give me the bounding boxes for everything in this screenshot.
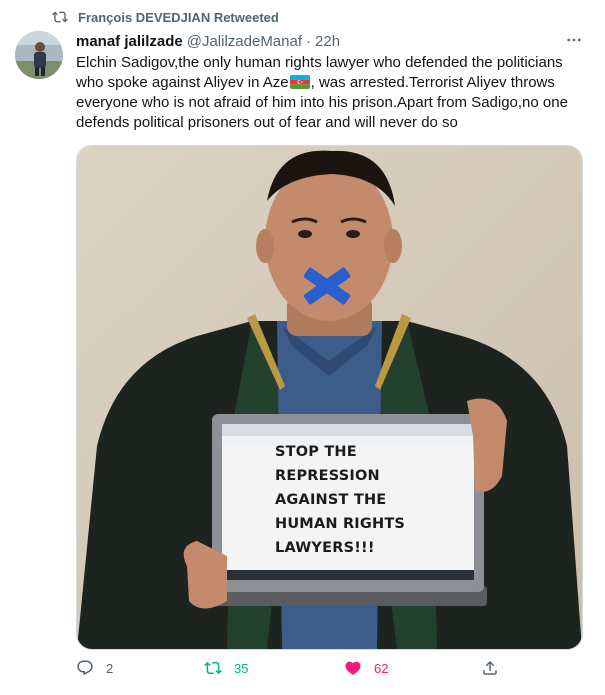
like-button[interactable]: 62 — [344, 659, 388, 677]
laptop-sign-text: STOP THE REPRESSION AGAINST THE HUMAN RI… — [275, 440, 405, 560]
separator-dot: · — [306, 32, 312, 50]
sign-line: HUMAN RIGHTS — [275, 516, 406, 532]
avatar[interactable] — [15, 31, 63, 79]
tweet-photo[interactable] — [76, 145, 583, 650]
azerbaijan-flag-icon — [289, 75, 310, 89]
retweet-button[interactable]: 35 — [204, 659, 248, 677]
share-button[interactable] — [481, 659, 499, 677]
user-handle[interactable]: @JalilzadeManaf — [187, 33, 302, 50]
sign-line: AGAINST THE — [275, 492, 387, 508]
sign-line: REPRESSION — [275, 468, 380, 484]
retweet-icon — [204, 661, 222, 675]
social-context[interactable]: François DEVEDJIAN Retweeted — [52, 9, 279, 25]
like-count: 62 — [374, 660, 389, 676]
reply-button[interactable]: 2 — [76, 659, 113, 677]
share-icon — [483, 660, 497, 675]
display-name[interactable]: manaf jalilzade — [76, 33, 183, 50]
sign-line: STOP THE — [275, 444, 357, 460]
reply-count: 2 — [106, 660, 114, 676]
social-context-label: François DEVEDJIAN Retweeted — [78, 9, 279, 25]
retweet-count: 35 — [234, 660, 249, 676]
tweet-timestamp[interactable]: 22h — [315, 33, 340, 50]
more-options-icon[interactable] — [563, 29, 585, 51]
sign-line: LAWYERS!!! — [275, 540, 375, 556]
reply-icon — [77, 660, 93, 676]
tweet-actions: 2 35 62 — [76, 659, 586, 683]
tweet-text: Elchin Sadigov,the only human rights law… — [76, 53, 586, 133]
tweet-header: manaf jalilzade @JalilzadeManaf · 22h — [76, 31, 585, 51]
heart-icon — [345, 661, 361, 675]
retweet-icon — [52, 11, 68, 23]
